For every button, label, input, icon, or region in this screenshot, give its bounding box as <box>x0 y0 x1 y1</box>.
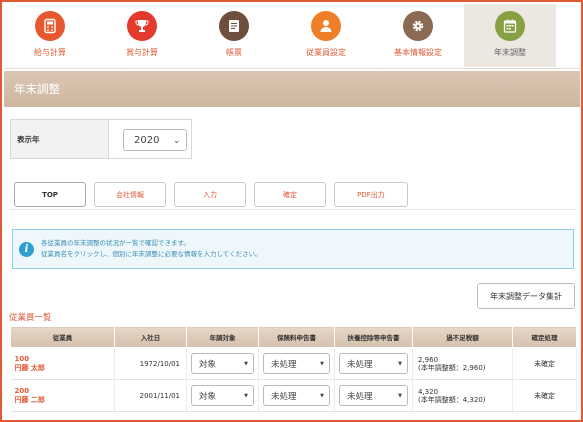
dependent-cell: 未処理 ▼ <box>334 379 413 412</box>
info-line: 従業員名をクリックし、個別に年末調整に必要な情報を入力してください。 <box>41 250 262 258</box>
employee-name-link[interactable]: 円藤 二郎 <box>15 396 115 405</box>
insurance-form-select[interactable]: 未処理 ▼ <box>263 353 330 374</box>
shortage-amount: 4,320 <box>418 387 439 396</box>
nav-label: 従業員設定 <box>306 48 346 57</box>
info-message: i 各従業員の年末調整の状況が一覧で確認できます。 従業員名をクリックし、個別に… <box>12 229 574 269</box>
hire-date: 2001/11/01 <box>114 379 187 412</box>
target-cell: 対象 ▼ <box>186 379 259 412</box>
nav-item-basic-settings[interactable]: 基本情報設定 <box>372 4 464 67</box>
tab-input[interactable]: 入力 <box>174 182 246 207</box>
info-icon: i <box>19 241 34 257</box>
page-header: 年末調整 <box>4 71 580 107</box>
column-header: 過不足税額 <box>412 326 513 348</box>
year-label: 表示年 <box>11 120 109 158</box>
employee-id: 200 <box>14 386 30 395</box>
select-value: 未処理 <box>271 359 297 370</box>
dependent-form-select[interactable]: 未処理 ▼ <box>339 385 408 406</box>
employee-id: 100 <box>14 354 30 363</box>
caret-down-icon: ▼ <box>320 360 324 367</box>
caret-down-icon: ▼ <box>244 392 248 399</box>
gear-icon <box>403 11 433 41</box>
nav-label: 給与計算 <box>34 48 66 57</box>
tab-confirm[interactable]: 確定 <box>254 182 326 207</box>
column-header: 入社日 <box>114 326 187 348</box>
chevron-down-icon: ⌄ <box>173 135 180 145</box>
insurance-cell: 未処理 ▼ <box>258 379 335 412</box>
tab-pdf-output[interactable]: PDF出力 <box>334 182 408 207</box>
confirm-status: 未確定 <box>512 379 577 412</box>
employee-cell[interactable]: 100 円藤 太郎 <box>10 347 115 380</box>
table-row: 200 円藤 二郎 2001/11/01 対象 ▼ 未処理 ▼ 未処理 ▼ 4,320… <box>10 379 577 412</box>
tab-company-info[interactable]: 会社情報 <box>94 182 166 207</box>
trophy-icon <box>127 11 157 41</box>
table-header-row: 従業員 入社日 年調対象 保険料申告書 扶養控除等申告書 過不足税額 確定処理 <box>10 326 577 348</box>
nav-item-payroll[interactable]: 給与計算 <box>4 4 96 67</box>
column-header: 確定処理 <box>512 326 577 348</box>
employee-table: 従業員 入社日 年調対象 保険料申告書 扶養控除等申告書 過不足税額 確定処理 … <box>10 326 577 412</box>
tab-top[interactable]: TOP <box>14 182 86 207</box>
shortage-cell: 4,320 (本年調整額：4,320) <box>412 379 513 412</box>
app-frame: 給与計算 賞与計算 帳票 従業員設定 基本情報設定 年末調整 年末調整 表示年 … <box>0 0 583 422</box>
nav-label: 基本情報設定 <box>394 48 442 57</box>
nav-item-employee-settings[interactable]: 従業員設定 <box>280 4 372 67</box>
select-value: 対象 <box>199 391 217 402</box>
employee-cell[interactable]: 200 円藤 二郎 <box>10 379 115 412</box>
aggregate-data-button[interactable]: 年末調整データ集計 <box>477 283 575 309</box>
nav-item-bonus[interactable]: 賞与計算 <box>96 4 188 67</box>
nav-label: 賞与計算 <box>126 48 158 57</box>
insurance-form-select[interactable]: 未処理 ▼ <box>263 385 330 406</box>
document-icon <box>219 11 249 41</box>
employee-name-link[interactable]: 円藤 太郎 <box>15 364 115 373</box>
shortage-note: (本年調整額：4,320) <box>418 395 486 404</box>
confirm-status: 未確定 <box>512 347 577 380</box>
year-filter: 表示年 2020 ⌄ <box>10 119 192 159</box>
info-text: 各従業員の年末調整の状況が一覧で確認できます。 従業員名をクリックし、個別に年末… <box>41 238 262 260</box>
nav-item-forms[interactable]: 帳票 <box>188 4 280 67</box>
year-select[interactable]: 2020 ⌄ <box>123 129 187 151</box>
select-value: 対象 <box>199 359 217 370</box>
hire-date: 1972/10/01 <box>114 347 187 380</box>
year-select-wrap: 2020 ⌄ <box>109 120 187 158</box>
year-end-target-select[interactable]: 対象 ▼ <box>191 353 254 374</box>
nav-label: 帳票 <box>226 48 242 57</box>
dependent-form-select[interactable]: 未処理 ▼ <box>339 353 408 374</box>
dependent-cell: 未処理 ▼ <box>334 347 413 380</box>
section-title: 従業員一覧 <box>9 313 52 323</box>
nav-label: 年末調整 <box>494 48 526 57</box>
caret-down-icon: ▼ <box>244 360 248 367</box>
shortage-amount: 2,960 <box>418 355 439 364</box>
caret-down-icon: ▼ <box>398 392 402 399</box>
column-header: 年調対象 <box>186 326 259 348</box>
calculator-icon <box>35 11 65 41</box>
nav-item-year-end[interactable]: 年末調整 <box>464 4 556 67</box>
top-nav: 給与計算 賞与計算 帳票 従業員設定 基本情報設定 年末調整 <box>4 4 580 69</box>
info-line: 各従業員の年末調整の状況が一覧で確認できます。 <box>41 239 190 247</box>
person-icon <box>311 11 341 41</box>
table-row: 100 円藤 太郎 1972/10/01 対象 ▼ 未処理 ▼ 未処理 ▼ 2,960… <box>10 347 577 380</box>
shortage-note: (本年調整額：2,960) <box>418 363 486 372</box>
shortage-cell: 2,960 (本年調整額：2,960) <box>412 347 513 380</box>
select-value: 未処理 <box>347 359 373 370</box>
caret-down-icon: ▼ <box>320 392 324 399</box>
tab-bar: TOP 会社情報 入力 確定 PDF出力 <box>14 182 416 207</box>
column-header: 従業員 <box>10 326 115 348</box>
calendar-icon <box>495 11 525 41</box>
target-cell: 対象 ▼ <box>186 347 259 380</box>
column-header: 扶養控除等申告書 <box>334 326 413 348</box>
year-value: 2020 <box>134 134 160 146</box>
divider <box>10 209 575 210</box>
select-value: 未処理 <box>347 391 373 402</box>
select-value: 未処理 <box>271 391 297 402</box>
page-title: 年末調整 <box>14 82 60 96</box>
caret-down-icon: ▼ <box>398 360 402 367</box>
year-end-target-select[interactable]: 対象 ▼ <box>191 385 254 406</box>
insurance-cell: 未処理 ▼ <box>258 347 335 380</box>
column-header: 保険料申告書 <box>258 326 335 348</box>
